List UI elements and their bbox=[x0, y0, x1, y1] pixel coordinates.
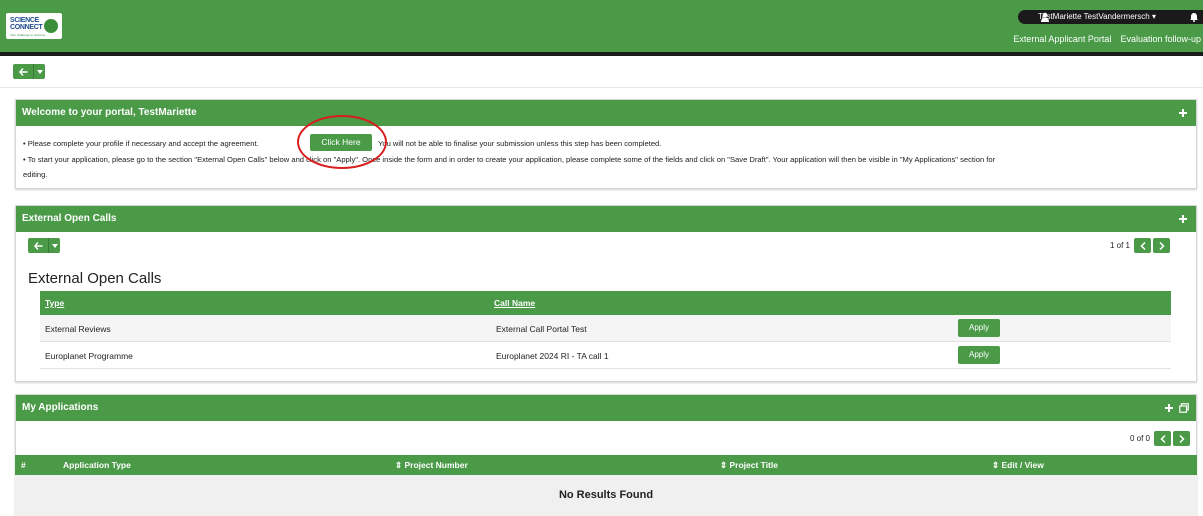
welcome-panel-header: Welcome to your portal, TestMariette bbox=[16, 100, 1196, 126]
logo-tagline: from challenge to outcome bbox=[10, 33, 46, 37]
back-button[interactable] bbox=[28, 238, 48, 253]
back-button[interactable] bbox=[13, 64, 33, 79]
apply-button[interactable]: Apply bbox=[958, 346, 1000, 364]
pager-count: 1 of 1 bbox=[1109, 241, 1130, 250]
table-row: External Reviews External Call Portal Te… bbox=[40, 315, 1171, 342]
prev-page-button[interactable] bbox=[1154, 431, 1171, 446]
column-index: # bbox=[21, 460, 26, 470]
column-type[interactable]: Type bbox=[45, 298, 64, 308]
welcome-line-2: • To start your application, please go t… bbox=[23, 155, 996, 164]
column-project-title[interactable]: ⇕ Project Title bbox=[720, 460, 778, 471]
window-icon[interactable] bbox=[1179, 403, 1189, 413]
welcome-line-1a: • Please complete your profile if necess… bbox=[23, 139, 259, 148]
highlight-circle bbox=[297, 115, 387, 169]
row-type: Europlanet Programme bbox=[45, 351, 133, 361]
add-plus-icon[interactable] bbox=[1164, 403, 1174, 413]
top-nav: External Applicant Portal Evaluation foll… bbox=[1004, 34, 1201, 44]
user-icon bbox=[1041, 12, 1049, 22]
nav-external-applicant-portal[interactable]: External Applicant Portal bbox=[1013, 34, 1111, 44]
column-edit-view[interactable]: ⇕ Edit / View bbox=[992, 460, 1044, 471]
applications-panel-title: My Applications bbox=[22, 402, 99, 413]
caret-down-icon bbox=[36, 69, 43, 74]
science-connect-logo[interactable]: SCIENCE CONNECT from challenge to outcom… bbox=[6, 13, 62, 39]
expand-plus-icon[interactable] bbox=[1178, 214, 1188, 224]
open-calls-panel-title: External Open Calls bbox=[22, 213, 117, 224]
welcome-line-3: editing. bbox=[23, 170, 48, 179]
bell-icon[interactable] bbox=[1189, 12, 1199, 22]
row-call-name: Europlanet 2024 RI - TA call 1 bbox=[496, 351, 609, 361]
apply-button[interactable]: Apply bbox=[958, 319, 1000, 337]
chevron-right-icon bbox=[1178, 434, 1185, 443]
column-call-name[interactable]: Call Name bbox=[494, 298, 535, 308]
open-calls-table: Type Call Name External Reviews External… bbox=[40, 291, 1171, 369]
table-row: Europlanet Programme Europlanet 2024 RI … bbox=[40, 342, 1171, 369]
back-arrow-icon bbox=[33, 241, 42, 250]
column-application-type[interactable]: Application Type bbox=[63, 460, 131, 470]
nav-evaluation-follow-up[interactable]: Evaluation follow-up bbox=[1120, 34, 1201, 44]
external-open-calls-panel: External Open Calls 1 of 1 External Open… bbox=[15, 205, 1197, 382]
header-divider bbox=[0, 52, 1203, 56]
column-project-number[interactable]: ⇕ Project Number bbox=[395, 460, 468, 471]
caret-down-icon bbox=[51, 243, 58, 248]
next-page-button[interactable] bbox=[1153, 238, 1170, 253]
applications-table-header: # Application Type ⇕ Project Number ⇕ Pr… bbox=[15, 455, 1197, 475]
welcome-title: Welcome to your portal, TestMariette bbox=[22, 107, 197, 118]
pager-count: 0 of 0 bbox=[1129, 434, 1150, 443]
toolbar-divider bbox=[0, 87, 1203, 88]
table-header: Type Call Name bbox=[40, 291, 1171, 315]
no-results-message: No Results Found bbox=[15, 475, 1197, 516]
row-type: External Reviews bbox=[45, 324, 111, 334]
open-calls-pager: 1 of 1 bbox=[1110, 238, 1170, 253]
expand-plus-icon[interactable] bbox=[1178, 108, 1188, 118]
open-calls-panel-header: External Open Calls bbox=[16, 206, 1196, 232]
prev-page-button[interactable] bbox=[1134, 238, 1151, 253]
back-dropdown-button[interactable] bbox=[33, 64, 45, 79]
chevron-left-icon bbox=[1159, 434, 1166, 443]
row-call-name: External Call Portal Test bbox=[496, 324, 587, 334]
logo-text: SCIENCE CONNECT bbox=[10, 17, 43, 31]
applications-pager: 0 of 0 bbox=[1130, 431, 1190, 446]
top-header: SCIENCE CONNECT from challenge to outcom… bbox=[0, 0, 1203, 52]
welcome-line-1b: You will not be able to finalise your su… bbox=[378, 139, 662, 148]
user-name: TestMariette TestVandermersch ▾ bbox=[1038, 12, 1156, 21]
open-calls-back-group bbox=[28, 238, 60, 253]
logo-mark-icon bbox=[44, 19, 58, 33]
chevron-left-icon bbox=[1139, 241, 1146, 250]
back-dropdown-button[interactable] bbox=[48, 238, 60, 253]
next-page-button[interactable] bbox=[1173, 431, 1190, 446]
page-back-button-group bbox=[13, 64, 45, 79]
open-calls-section-title: External Open Calls bbox=[28, 270, 162, 287]
chevron-right-icon bbox=[1158, 241, 1165, 250]
welcome-panel: Welcome to your portal, TestMariette • P… bbox=[15, 99, 1197, 189]
applications-panel-header: My Applications bbox=[16, 395, 1196, 421]
back-arrow-icon bbox=[18, 67, 27, 76]
